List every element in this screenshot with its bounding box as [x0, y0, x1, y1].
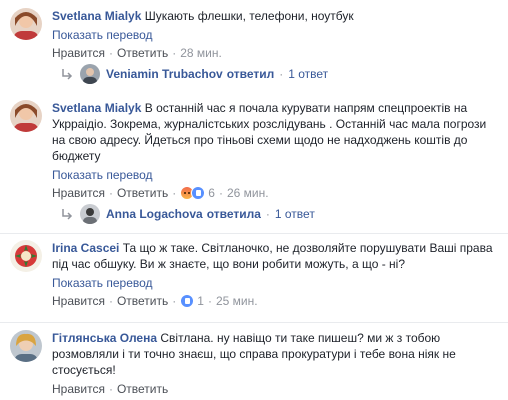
reply-arrow-icon — [62, 69, 73, 80]
comment-author[interactable]: Svetlana Mialyk — [52, 9, 141, 23]
comment-text: Svetlana Mialyk Шукають флешки, телефони… — [52, 8, 498, 24]
separator: · — [218, 186, 223, 200]
replies-summary[interactable]: Anna Logachova ответила · 1 ответ — [60, 204, 315, 224]
avatar[interactable] — [10, 8, 42, 40]
replies-summary[interactable]: Veniamin Trubachov ответил · 1 ответ — [60, 64, 328, 84]
separator: · — [279, 67, 284, 81]
separator: · — [207, 294, 212, 308]
reply-link[interactable]: Ответить — [117, 382, 168, 396]
reply-author[interactable]: Anna Logachova — [106, 207, 203, 221]
comment-actions: Нравится · Ответить · 6 · 26 мин. — [52, 186, 498, 200]
comment-actions: Нравится · Ответить · 1 · 25 мин. — [52, 294, 498, 308]
reply-verb[interactable]: ответила — [207, 207, 261, 221]
reaction-count: 1 — [197, 294, 204, 308]
comment-author[interactable]: Svetlana Mialyk — [52, 101, 141, 115]
comment-text: Svetlana Mialyk В останній час я почала … — [52, 100, 498, 164]
comment-author[interactable]: Гітлянська Олена — [52, 331, 157, 345]
comment-text: Irina Cascei Та що ж таке. Світланочко, … — [52, 240, 498, 272]
show-translation-link[interactable]: Показать перевод — [52, 276, 498, 290]
avatar[interactable] — [80, 64, 100, 84]
like-link[interactable]: Нравится — [52, 294, 105, 308]
timestamp[interactable]: 26 мин. — [227, 186, 269, 200]
comment-author[interactable]: Irina Cascei — [52, 241, 119, 255]
timestamp[interactable]: 28 мин. — [180, 46, 222, 60]
timestamp[interactable]: 25 мин. — [216, 294, 258, 308]
reply-link[interactable]: Ответить — [117, 294, 168, 308]
separator: · — [265, 207, 270, 221]
like-reaction-icon — [191, 186, 206, 200]
separator: · — [172, 186, 177, 200]
separator: · — [108, 382, 113, 396]
like-link[interactable]: Нравится — [52, 186, 105, 200]
divider — [0, 233, 508, 234]
like-link[interactable]: Нравится — [52, 382, 105, 396]
reaction-count: 6 — [208, 186, 215, 200]
comment-content: Та що ж таке. Світланочко, не дозволяйте… — [52, 241, 493, 271]
show-translation-link[interactable]: Показать перевод — [52, 28, 498, 42]
show-translation-link[interactable]: Показать перевод — [52, 168, 498, 182]
reply-link[interactable]: Ответить — [117, 46, 168, 60]
reply-verb[interactable]: ответил — [227, 67, 275, 81]
separator: · — [108, 294, 113, 308]
comment-actions: Нравится · Ответить · 28 мин. — [52, 46, 498, 60]
separator: · — [172, 46, 177, 60]
reactions[interactable]: 1 — [180, 294, 204, 308]
separator: · — [172, 294, 177, 308]
reply-link[interactable]: Ответить — [117, 186, 168, 200]
reply-arrow-icon — [62, 209, 73, 220]
avatar[interactable] — [10, 330, 42, 362]
avatar[interactable] — [10, 100, 42, 132]
like-link[interactable]: Нравится — [52, 46, 105, 60]
comment-content: Шукають флешки, телефони, ноутбук — [144, 9, 354, 23]
avatar[interactable] — [10, 240, 42, 272]
separator: · — [108, 186, 113, 200]
avatar[interactable] — [80, 204, 100, 224]
comment-actions: Нравится · Ответить — [52, 382, 498, 396]
reactions[interactable]: 6 — [180, 186, 215, 200]
reply-count[interactable]: 1 ответ — [275, 207, 315, 221]
divider — [0, 322, 508, 323]
reply-author[interactable]: Veniamin Trubachov — [106, 67, 223, 81]
separator: · — [108, 46, 113, 60]
reply-count[interactable]: 1 ответ — [288, 67, 328, 81]
like-reaction-icon — [180, 294, 195, 308]
comment-text: Гітлянська Олена Світлана. ну навіщо ти … — [52, 330, 498, 378]
